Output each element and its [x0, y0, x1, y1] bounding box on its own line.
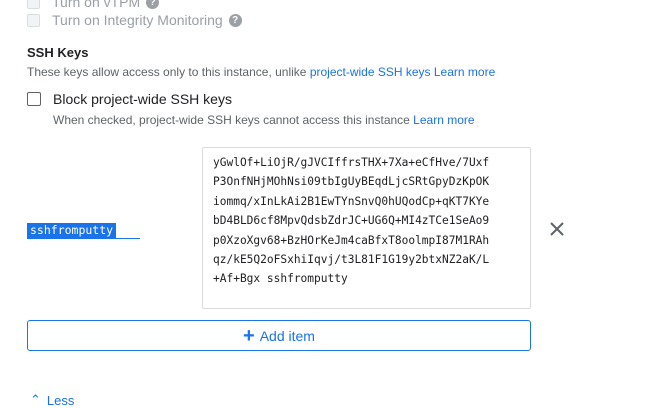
learn-more-link[interactable]: Learn more	[434, 65, 495, 79]
integrity-checkbox[interactable]	[27, 13, 40, 27]
add-item-label: Add item	[259, 327, 315, 344]
block-learn-more-link[interactable]: Learn more	[413, 113, 474, 127]
integrity-label: Turn on Integrity Monitoring	[52, 12, 223, 28]
ssh-key-textarea[interactable]: yGwlOf+LiOjR/gJVCIffrsTHX+7Xa+eCfHve/7Ux…	[202, 147, 531, 309]
help-icon[interactable]: ?	[146, 0, 160, 9]
less-label: Less	[46, 392, 75, 408]
project-wide-ssh-link[interactable]: project-wide SSH keys	[310, 65, 431, 79]
block-project-keys-checkbox[interactable]	[27, 92, 41, 106]
block-project-keys-hint: When checked, project-wide SSH keys cann…	[53, 113, 475, 127]
block-project-keys-label: Block project-wide SSH keys	[53, 91, 232, 107]
integrity-option[interactable]: Turn on Integrity Monitoring ?	[27, 12, 242, 28]
ssh-key-username: sshfromputty	[27, 223, 117, 238]
chevron-up-icon: ⌃	[30, 392, 41, 407]
remove-item-button[interactable]	[546, 218, 568, 240]
vtpm-label: Turn on vTPM	[52, 0, 141, 10]
vtpm-option[interactable]: Turn on vTPM ?	[27, 0, 160, 10]
ssh-keys-description: These keys allow access only to this ins…	[27, 65, 496, 79]
block-project-keys-option[interactable]: Block project-wide SSH keys	[27, 91, 232, 107]
add-item-button[interactable]: + Add item	[27, 320, 531, 351]
vtpm-checkbox[interactable]	[27, 0, 40, 9]
help-icon[interactable]: ?	[228, 13, 242, 27]
less-toggle[interactable]: ⌃ Less	[30, 392, 74, 408]
close-icon	[550, 222, 564, 236]
username-underline	[27, 238, 140, 239]
plus-icon: +	[243, 324, 255, 347]
ssh-keys-title: SSH Keys	[27, 45, 89, 60]
